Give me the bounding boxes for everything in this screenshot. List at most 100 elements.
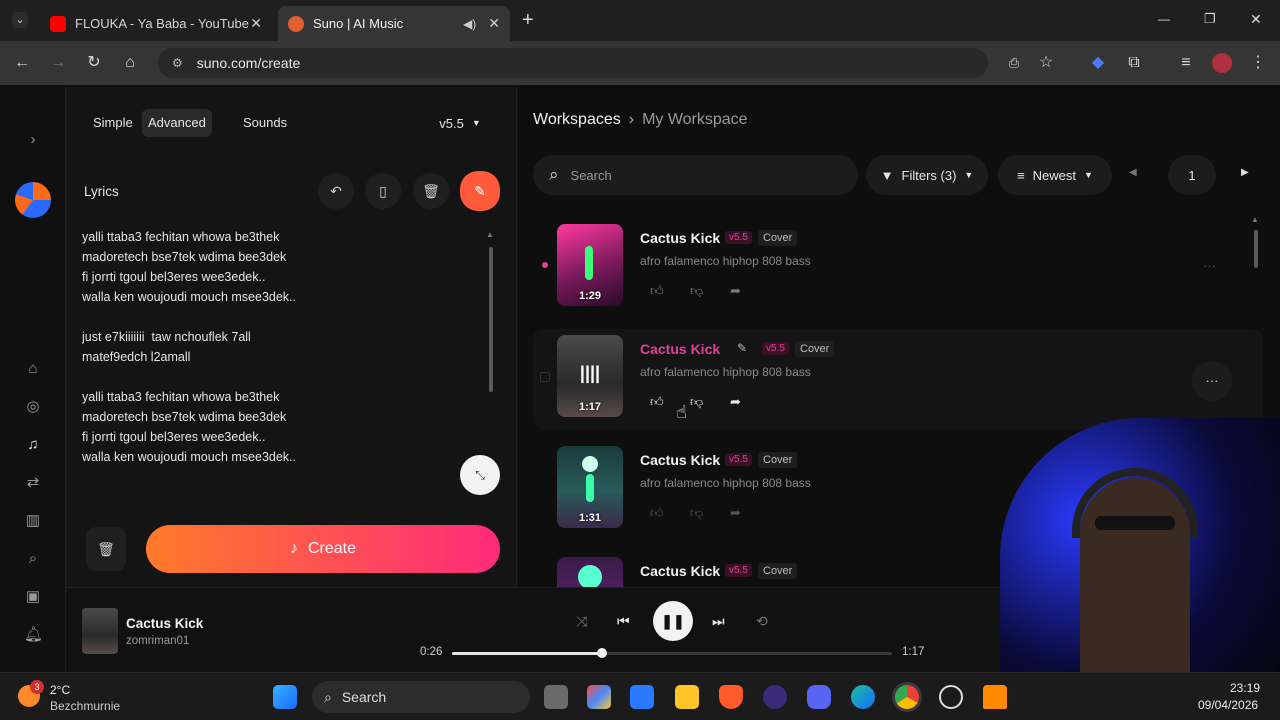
studio-icon[interactable]: ⇄ xyxy=(24,474,42,492)
brave-icon[interactable] xyxy=(719,685,743,709)
tab-youtube[interactable]: FLOUKA - Ya Baba - YouTube ✕ xyxy=(40,6,272,41)
breadcrumb-root[interactable]: Workspaces xyxy=(533,111,621,129)
like-icon[interactable]: 👍︎ xyxy=(650,394,664,410)
menu-icon[interactable]: ⋮ xyxy=(1248,53,1268,73)
address-bar[interactable]: ⚙ suno.com/create xyxy=(158,48,988,78)
home-icon[interactable]: ⌂ xyxy=(24,360,42,378)
file-explorer-icon[interactable] xyxy=(675,685,699,709)
taskbar-search[interactable]: ⌕ Search xyxy=(312,681,530,713)
speaker-icon[interactable]: ◀) xyxy=(463,17,476,31)
lyrics-scrollbar[interactable] xyxy=(489,247,493,392)
filters-button[interactable]: ▼ Filters (3) ▼ xyxy=(866,155,988,195)
mode-simple[interactable]: Simple xyxy=(87,109,139,137)
forward-icon[interactable]: → xyxy=(48,53,68,73)
site-info-icon[interactable]: ⚙ xyxy=(172,56,183,70)
create-button[interactable]: ♪ Create xyxy=(146,525,500,573)
player-cover[interactable] xyxy=(82,608,118,654)
url-text[interactable]: suno.com/create xyxy=(197,55,301,71)
prev-page-button[interactable]: ◀ xyxy=(1129,167,1137,178)
install-icon[interactable]: ⎙ xyxy=(1004,53,1024,73)
home-icon[interactable]: ⌂ xyxy=(120,53,140,73)
dislike-icon[interactable]: 👎︎ xyxy=(690,283,703,299)
reload-icon[interactable]: ↻ xyxy=(84,53,104,73)
clock-date[interactable]: 09/04/2026 xyxy=(1198,698,1258,712)
model-version-select[interactable]: v5.5 ▼ xyxy=(428,107,492,139)
sort-button[interactable]: ≡ Newest ▼ xyxy=(998,155,1112,195)
more-options-button[interactable]: ··· xyxy=(1192,361,1232,401)
media-controls-icon[interactable]: ≡ xyxy=(1176,53,1196,73)
restore-button[interactable]: ❐ xyxy=(1204,11,1216,27)
clear-all-button[interactable]: 🗑︎ xyxy=(86,527,126,571)
extension-shield-icon[interactable]: ◆ xyxy=(1088,53,1108,73)
chatgpt-icon[interactable] xyxy=(939,685,963,709)
lyrics-textarea[interactable]: yalli ttaba3 fechitan whowa be3thek mado… xyxy=(82,227,474,497)
player-title[interactable]: Cactus Kick xyxy=(126,616,203,631)
song-row[interactable]: 1:29 Cactus Kick v5.5 Cover afro falamen… xyxy=(517,218,1237,318)
search-icon[interactable]: ⌕ xyxy=(24,550,42,568)
share-icon[interactable]: ➦ xyxy=(730,394,741,410)
discord-icon[interactable] xyxy=(807,685,831,709)
share-icon[interactable]: ➦ xyxy=(730,283,741,299)
minimize-button[interactable]: — xyxy=(1158,12,1170,26)
close-window-button[interactable]: ✕ xyxy=(1250,11,1262,28)
song-cover[interactable]: 1:31 xyxy=(557,446,623,528)
mode-sounds[interactable]: Sounds xyxy=(237,109,293,137)
next-icon[interactable]: ⏭︎ xyxy=(712,613,725,630)
edge-icon[interactable] xyxy=(851,685,875,709)
notifications-icon[interactable]: 🔔︎ xyxy=(24,626,43,644)
previous-icon[interactable]: ⏮︎ xyxy=(617,613,630,630)
progress-track[interactable] xyxy=(452,648,892,658)
tab-search-icon[interactable]: ⌄ xyxy=(12,12,28,28)
song-title[interactable]: Cactus Kick xyxy=(640,341,720,357)
store-icon[interactable] xyxy=(630,685,654,709)
song-cover[interactable]: 1:29 xyxy=(557,224,623,306)
repeat-icon[interactable]: ⟲ xyxy=(756,613,768,630)
select-checkbox[interactable] xyxy=(540,372,550,382)
profile-icon[interactable]: ▣ xyxy=(24,588,42,606)
song-cover[interactable] xyxy=(557,557,623,587)
bookmark-button[interactable]: ▯ xyxy=(365,173,401,209)
weather-widget[interactable]: 3 2°C Bezchmurnie xyxy=(18,680,128,715)
song-title[interactable]: Cactus Kick xyxy=(640,452,720,468)
undo-button[interactable]: ↶ xyxy=(318,173,354,209)
scroll-up-icon[interactable]: ▲ xyxy=(1251,215,1259,224)
dislike-icon[interactable]: 👎︎ xyxy=(690,505,703,521)
clock-time[interactable]: 23:19 xyxy=(1230,681,1260,695)
breadcrumb-current[interactable]: My Workspace xyxy=(642,111,748,129)
delete-lyrics-button[interactable]: 🗑︎ xyxy=(413,173,449,209)
explore-icon[interactable]: ◎ xyxy=(24,398,42,416)
close-tab-icon[interactable]: ✕ xyxy=(250,15,262,32)
tab-suno[interactable]: Suno | AI Music ◀) ✕ xyxy=(278,6,510,41)
dislike-icon[interactable]: 👎︎ xyxy=(690,394,703,410)
extensions-icon[interactable]: ⧉ xyxy=(1124,53,1144,73)
list-scrollbar[interactable] xyxy=(1254,230,1258,268)
vlc-icon[interactable] xyxy=(983,685,1007,709)
chrome-icon[interactable] xyxy=(895,685,919,709)
obs-icon[interactable] xyxy=(763,685,787,709)
shuffle-icon[interactable]: ⤨ xyxy=(576,613,587,630)
back-icon[interactable]: ← xyxy=(12,53,32,73)
page-number[interactable]: 1 xyxy=(1168,155,1216,195)
close-tab-icon[interactable]: ✕ xyxy=(488,15,500,32)
collapse-icon[interactable]: ⤡ xyxy=(460,455,500,495)
generate-lyrics-button[interactable]: ✎ xyxy=(460,171,500,211)
song-row[interactable]: |||| 1:17 Cactus Kick ✎ v5.5 Cover afro … xyxy=(533,329,1263,429)
create-icon[interactable]: ♫ xyxy=(24,436,42,454)
search-input[interactable]: ⌕ Search xyxy=(533,155,858,195)
expand-sidebar-icon[interactable]: › xyxy=(24,131,42,149)
like-icon[interactable]: 👍︎ xyxy=(650,283,664,299)
more-options-button[interactable]: ··· xyxy=(1203,258,1216,273)
next-page-button[interactable]: ▶ xyxy=(1241,167,1249,178)
like-icon[interactable]: 👍︎ xyxy=(650,505,664,521)
widgets-icon[interactable] xyxy=(587,685,611,709)
progress-knob[interactable] xyxy=(596,648,607,658)
pause-button[interactable]: ❚❚ xyxy=(653,601,693,641)
user-avatar[interactable] xyxy=(15,182,51,218)
song-title[interactable]: Cactus Kick xyxy=(640,230,720,246)
library-icon[interactable]: ▥ xyxy=(24,512,42,530)
new-tab-button[interactable]: + xyxy=(522,9,534,32)
song-title[interactable]: Cactus Kick xyxy=(640,563,720,579)
profile-avatar[interactable] xyxy=(1212,53,1232,73)
player-artist[interactable]: zomriman01 xyxy=(126,635,189,647)
windows-start-icon[interactable] xyxy=(273,685,297,709)
